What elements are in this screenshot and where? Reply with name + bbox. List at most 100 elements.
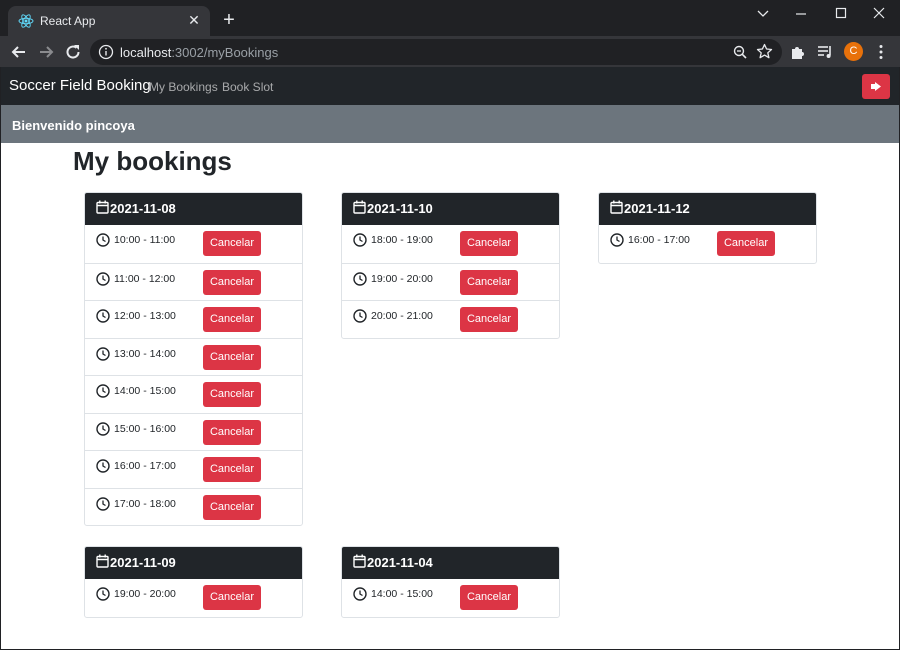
booking-date: 2021-11-10 — [367, 201, 433, 216]
welcome-bar: Bienvenido pincoya — [1, 105, 899, 143]
clock-icon — [96, 233, 110, 247]
clock-icon — [96, 421, 110, 436]
tab-strip: React App ✕ + — [0, 0, 900, 36]
cancel-button[interactable]: Cancelar — [203, 344, 261, 370]
slot-time: 11:00 - 12:00 — [114, 272, 176, 285]
more-vert-icon[interactable] — [872, 43, 890, 61]
slot-time: 20:00 - 21:00 — [371, 310, 433, 322]
maximize-icon[interactable] — [830, 4, 852, 22]
zoom-out-icon[interactable] — [732, 44, 748, 60]
forward-arrow-icon[interactable] — [36, 42, 56, 62]
slot-row: 17:00 - 18:00 Cancelar — [85, 487, 302, 526]
clock-icon — [96, 271, 110, 286]
booking-card-header: 2021-11-09 — [85, 547, 302, 579]
slot-row: 14:00 - 15:00 Cancelar — [85, 375, 302, 413]
booking-card-header: 2021-11-10 — [342, 193, 559, 225]
brand-link[interactable]: Soccer Field Booking — [9, 77, 151, 94]
media-control-icon[interactable] — [816, 43, 834, 61]
booking-date: 2021-11-09 — [110, 555, 176, 570]
logout-button[interactable] — [862, 74, 890, 99]
slot-row: 10:00 - 11:00 Cancelar — [85, 225, 302, 263]
clock-icon — [96, 587, 110, 601]
clock-icon — [353, 271, 367, 286]
cancel-button[interactable]: Cancelar — [203, 382, 261, 407]
nav-link-my-bookings[interactable]: My Bookings — [149, 80, 218, 94]
booking-date: 2021-11-08 — [110, 201, 176, 216]
url-path: :3002/myBookings — [171, 45, 279, 60]
slot-row: 16:00 - 17:00 Cancelar — [85, 450, 302, 488]
address-bar[interactable]: localhost:3002/myBookings — [90, 39, 782, 65]
tab-close-icon[interactable]: ✕ — [186, 12, 202, 28]
slot-time: 13:00 - 14:00 — [114, 347, 176, 360]
bookmark-star-icon[interactable] — [756, 43, 773, 60]
app-navbar: Soccer Field Booking My Bookings Book Sl… — [1, 67, 899, 105]
slot-time: 14:00 - 15:00 — [371, 588, 433, 600]
sign-out-icon — [871, 82, 881, 91]
slot-row: 13:00 - 14:00 Cancelar — [85, 337, 302, 376]
new-tab-icon[interactable]: + — [219, 10, 239, 30]
calendar-icon — [96, 200, 109, 214]
slot-time: 16:00 - 17:00 — [114, 460, 176, 472]
slot-row: 14:00 - 15:00 Cancelar — [342, 579, 559, 617]
booking-card-header: 2021-11-04 — [342, 547, 559, 579]
cancel-button[interactable]: Cancelar — [460, 585, 518, 610]
close-window-icon[interactable] — [868, 4, 890, 22]
booking-card-header: 2021-11-12 — [599, 193, 816, 225]
booking-card: 2021-11-08 10:00 - 11:00 Cancelar 11:00 - 1… — [84, 192, 303, 526]
cancel-button[interactable]: Cancelar — [203, 457, 261, 482]
page-viewport: Soccer Field Booking My Bookings Book Sl… — [1, 67, 899, 649]
cancel-button[interactable]: Cancelar — [460, 307, 518, 332]
slot-row: 12:00 - 13:00 Cancelar — [85, 300, 302, 338]
slot-time: 12:00 - 13:00 — [114, 310, 176, 322]
slot-row: 19:00 - 20:00 Cancelar — [85, 579, 302, 617]
clock-icon — [353, 233, 367, 247]
booking-card-header: 2021-11-08 — [85, 193, 302, 225]
clock-icon — [96, 384, 110, 398]
cancel-button[interactable]: Cancelar — [203, 494, 261, 520]
profile-avatar[interactable]: C — [844, 42, 863, 61]
slot-row: 18:00 - 19:00 Cancelar — [342, 225, 559, 263]
cancel-button[interactable]: Cancelar — [203, 231, 261, 256]
slot-row: 20:00 - 21:00 Cancelar — [342, 300, 559, 338]
slot-time: 19:00 - 20:00 — [114, 588, 176, 600]
clock-icon — [610, 233, 624, 247]
info-icon[interactable] — [98, 44, 114, 60]
booking-date: 2021-11-04 — [367, 555, 433, 570]
page-title: My bookings — [73, 146, 232, 176]
slot-time: 10:00 - 11:00 — [114, 234, 176, 246]
booking-card: 2021-11-10 18:00 - 19:00 Cancelar 19:00 - 2… — [341, 192, 560, 339]
back-arrow-icon[interactable] — [9, 42, 29, 62]
cancel-button[interactable]: Cancelar — [203, 585, 261, 610]
cancel-button[interactable]: Cancelar — [460, 269, 518, 295]
browser-toolbar: localhost:3002/myBookings C — [0, 36, 900, 67]
calendar-icon — [353, 554, 366, 568]
minimize-icon[interactable] — [790, 4, 812, 22]
url-host: localhost — [120, 45, 172, 60]
slot-time: 16:00 - 17:00 — [628, 234, 690, 246]
slot-time: 17:00 - 18:00 — [114, 497, 176, 510]
tab-react-app[interactable]: React App ✕ — [8, 6, 210, 36]
cancel-button[interactable]: Cancelar — [203, 419, 261, 445]
cancel-button[interactable]: Cancelar — [203, 307, 261, 332]
booking-card: 2021-11-09 19:00 - 20:00 Cancelar — [84, 546, 303, 618]
cancel-button[interactable]: Cancelar — [203, 269, 261, 295]
slot-row: 11:00 - 12:00 Cancelar — [85, 262, 302, 301]
nav-link-book-slot[interactable]: Book Slot — [222, 80, 273, 94]
slot-time: 18:00 - 19:00 — [371, 234, 433, 246]
cancel-button[interactable]: Cancelar — [717, 231, 775, 256]
clock-icon — [96, 346, 110, 361]
booking-card: 2021-11-12 16:00 - 17:00 Cancelar — [598, 192, 817, 264]
extensions-puzzle-icon[interactable] — [789, 43, 807, 61]
clock-icon — [96, 459, 110, 473]
clock-icon — [353, 587, 367, 601]
slot-time: 15:00 - 16:00 — [114, 422, 176, 435]
reload-icon[interactable] — [63, 42, 83, 62]
clock-icon — [96, 309, 110, 323]
slot-time: 14:00 - 15:00 — [114, 385, 176, 397]
calendar-icon — [610, 200, 623, 214]
url-text[interactable]: localhost:3002/myBookings — [120, 45, 278, 60]
chevron-down-icon[interactable] — [752, 4, 774, 22]
slot-time: 19:00 - 20:00 — [371, 272, 433, 285]
cancel-button[interactable]: Cancelar — [460, 231, 518, 256]
calendar-icon — [96, 554, 109, 568]
